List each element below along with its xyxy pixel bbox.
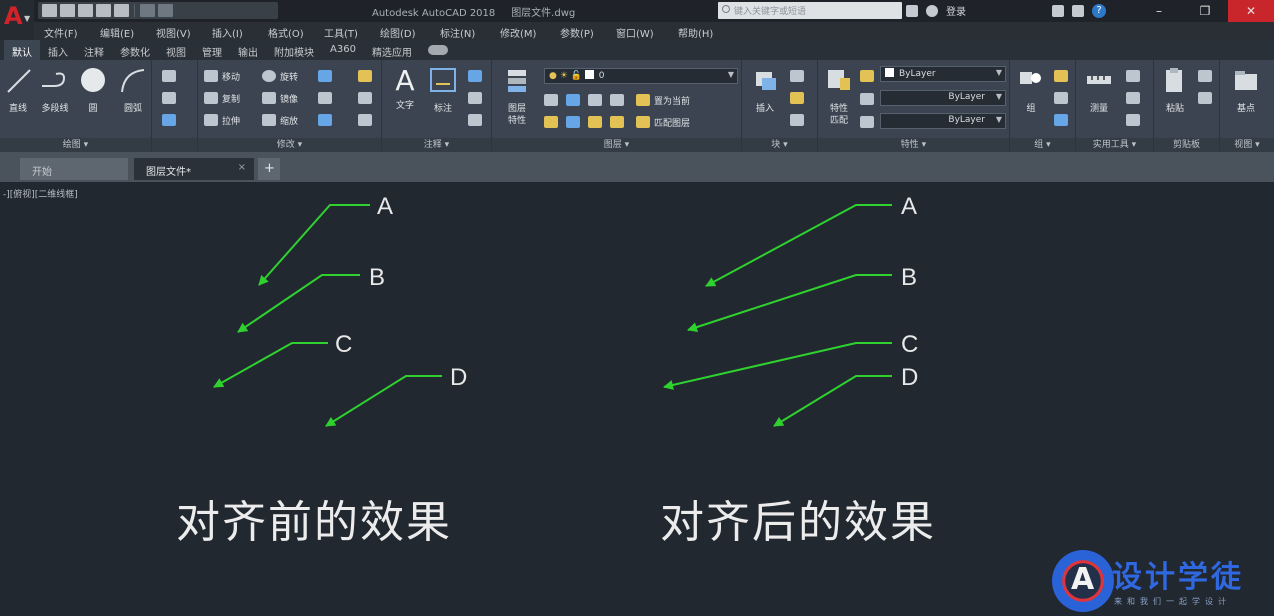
leaders-before-group xyxy=(213,204,442,427)
leader-label-after-b: B xyxy=(901,264,917,291)
leader-line-after-d[interactable] xyxy=(773,375,892,427)
leader-label-before-d: D xyxy=(450,364,467,391)
caption-after: 对齐后的效果 xyxy=(660,497,936,548)
watermark-logo-icon: A xyxy=(1052,550,1114,612)
leaders-after-group xyxy=(663,204,892,427)
leader-label-before-c: C xyxy=(335,331,352,358)
caption-before: 对齐前的效果 xyxy=(176,497,452,548)
leader-label-after-c: C xyxy=(901,331,918,358)
leader-label-after-a: A xyxy=(901,193,917,220)
watermark-subtitle: 来和我们一起学设计 xyxy=(1114,597,1231,606)
leader-label-before-b: B xyxy=(369,264,385,291)
leader-line-before-d[interactable] xyxy=(325,375,442,427)
watermark-logo-letter: A xyxy=(1071,562,1095,597)
leader-line-after-a[interactable] xyxy=(705,204,892,287)
leader-label-before-a: A xyxy=(377,193,393,220)
leader-line-after-c[interactable] xyxy=(663,342,892,390)
watermark: A 设计学徒 来和我们一起学设计 xyxy=(1050,548,1270,612)
leader-line-after-b[interactable] xyxy=(687,274,892,332)
watermark-title: 设计学徒 xyxy=(1112,560,1244,595)
leader-label-after-d: D xyxy=(901,364,918,391)
leader-labels: A B C D A B C D xyxy=(335,193,918,391)
leader-line-before-b[interactable] xyxy=(237,274,360,333)
leader-line-before-a[interactable] xyxy=(258,204,370,286)
leader-line-before-c[interactable] xyxy=(213,342,328,388)
